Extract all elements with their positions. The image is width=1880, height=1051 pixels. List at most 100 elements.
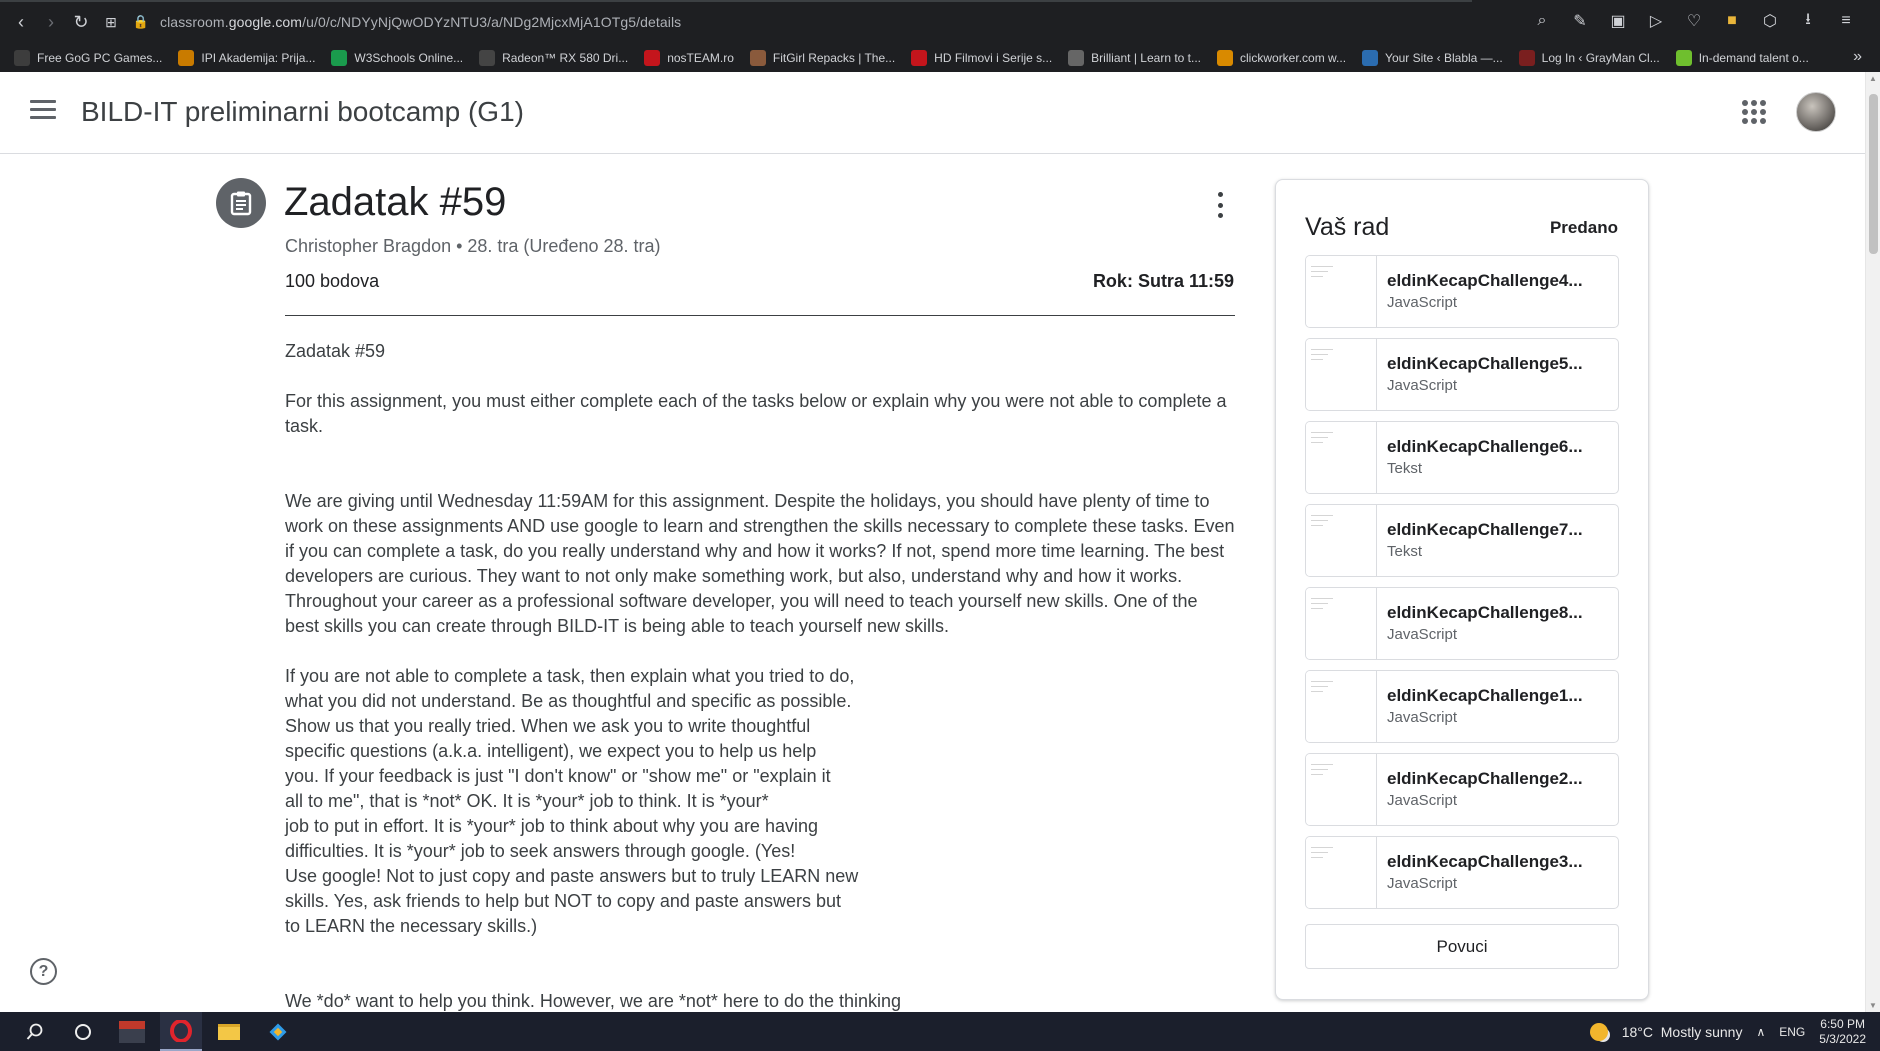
bookmark-label: Log In ‹ GrayMan Cl...	[1541, 51, 1660, 65]
attachment-item[interactable]: eldinKecapChallenge2... JavaScript	[1305, 753, 1619, 826]
description-paragraph: For this assignment, you must either com…	[285, 391, 1227, 436]
attachment-filename: eldinKecapChallenge7...	[1387, 520, 1583, 539]
weather-text[interactable]: 18°C Mostly sunny	[1622, 1024, 1743, 1040]
bookmark-item[interactable]: Log In ‹ GrayMan Cl...	[1518, 50, 1660, 66]
classroom-header: BILD-IT preliminarni bootcamp (G1)	[0, 72, 1880, 154]
bookmark-item[interactable]: Your Site ‹ Blabla —...	[1362, 50, 1503, 66]
bookmark-favicon-icon	[911, 50, 928, 66]
search-icon[interactable]	[20, 1012, 50, 1051]
clock[interactable]: 6:50 PM 5/3/2022	[1819, 1017, 1866, 1047]
attachment-item[interactable]: eldinKecapChallenge3... JavaScript	[1305, 836, 1619, 909]
edit-icon[interactable]: ✎	[1566, 7, 1594, 35]
bookmark-favicon-icon	[1217, 50, 1234, 66]
attachment-item[interactable]: eldinKecapChallenge7... Tekst	[1305, 504, 1619, 577]
attachment-filename: eldinKecapChallenge8...	[1387, 603, 1583, 622]
attachment-item[interactable]: eldinKecapChallenge6... Tekst	[1305, 421, 1619, 494]
bookmark-label: Brilliant | Learn to t...	[1091, 51, 1202, 65]
main-menu-icon[interactable]	[30, 100, 56, 122]
attachment-filename: eldinKecapChallenge6...	[1387, 437, 1583, 456]
submission-status: Predano	[1549, 218, 1618, 237]
points-label: 100 bodova	[285, 271, 380, 291]
cube-icon[interactable]: ⬡	[1756, 7, 1784, 35]
extension-icon[interactable]: ■	[1718, 7, 1746, 35]
attachment-info: eldinKecapChallenge3... JavaScript	[1377, 837, 1607, 908]
language-indicator[interactable]: ENG	[1779, 1025, 1805, 1039]
reload-icon[interactable]: ↻	[66, 7, 96, 37]
bookmark-item[interactable]: In-demand talent o...	[1675, 50, 1809, 66]
clock-time: 6:50 PM	[1820, 1016, 1865, 1031]
attachment-thumbnail	[1306, 256, 1377, 327]
bookmark-item[interactable]: clickworker.com w...	[1217, 50, 1346, 66]
windows-taskbar: 18°C Mostly sunny ∧ ENG 6:50 PM 5/3/2022	[0, 1012, 1880, 1051]
app-icon[interactable]	[262, 1012, 294, 1051]
google-apps-icon[interactable]	[1742, 100, 1766, 124]
forward-icon[interactable]: ›	[36, 7, 66, 37]
unsubmit-button[interactable]: Povuci	[1305, 924, 1619, 969]
lock-icon[interactable]: 🔒	[126, 7, 156, 37]
scroll-up-icon[interactable]: ▲	[1869, 74, 1877, 83]
search-page-icon[interactable]: ⌕	[1528, 7, 1556, 35]
attachment-type: JavaScript	[1387, 709, 1458, 726]
attachment-filename: eldinKecapChallenge3...	[1387, 852, 1583, 871]
bookmark-item[interactable]: W3Schools Online...	[331, 50, 463, 66]
help-icon[interactable]: ?	[30, 958, 57, 985]
divider	[285, 315, 1235, 316]
bookmark-label: FitGirl Repacks | The...	[772, 51, 896, 65]
attachment-info: eldinKecapChallenge1... JavaScript	[1377, 671, 1607, 742]
bookmark-item[interactable]: Brilliant | Learn to t...	[1068, 50, 1201, 66]
course-title[interactable]: BILD-IT preliminarni bootcamp (G1)	[81, 96, 524, 128]
bookmark-label: HD Filmovi i Serije s...	[934, 51, 1053, 65]
system-tray: 18°C Mostly sunny ∧ ENG 6:50 PM 5/3/2022	[1589, 1012, 1866, 1051]
attachment-item[interactable]: eldinKecapChallenge5... JavaScript	[1305, 338, 1619, 411]
bookmark-item[interactable]: Radeon™ RX 580 Dri...	[479, 50, 628, 66]
file-explorer-icon[interactable]	[213, 1012, 245, 1051]
bookmark-item[interactable]: IPI Akademija: Prija...	[178, 50, 315, 66]
bookmark-label: nosTEAM.ro	[667, 51, 734, 65]
bookmark-label: Radeon™ RX 580 Dri...	[502, 51, 629, 65]
bookmarks-overflow-icon[interactable]: »	[1853, 48, 1862, 66]
address-bar[interactable]: classroom.google.com/u/0/c/NDYyNjQwODYzN…	[160, 14, 681, 30]
more-options-icon[interactable]	[1210, 192, 1230, 218]
assignment-meta: Christopher Bragdon • 28. tra (Uređeno 2…	[285, 236, 661, 256]
bookmark-item[interactable]: HD Filmovi i Serije s...	[911, 50, 1052, 66]
send-icon[interactable]: ▷	[1642, 7, 1670, 35]
bookmark-item[interactable]: nosTEAM.ro	[644, 50, 734, 66]
browser-toolbar-icons: ⌕ ✎ ▣ ▷ ♡ ■ ⬡ ⭳ ≡	[1528, 7, 1860, 35]
voicemeeter-icon[interactable]	[116, 1012, 148, 1051]
camera-icon[interactable]: ▣	[1604, 7, 1632, 35]
assignment-title: Zadatak #59	[284, 180, 507, 224]
scrollbar-thumb[interactable]	[1869, 94, 1878, 254]
bookmark-item[interactable]: FitGirl Repacks | The...	[749, 50, 896, 66]
assignment-description: Zadatak #59 For this assignment, you mus…	[285, 339, 1235, 1039]
tray-chevron-icon[interactable]: ∧	[1756, 1025, 1765, 1039]
attachment-item[interactable]: eldinKecapChallenge4... JavaScript	[1305, 255, 1619, 328]
bookmark-label: clickworker.com w...	[1240, 51, 1347, 65]
cortana-icon[interactable]	[68, 1012, 98, 1051]
avatar[interactable]	[1796, 92, 1836, 132]
description-paragraph: We *do* want to help you think. However,…	[285, 991, 902, 1011]
heart-icon[interactable]: ♡	[1680, 7, 1708, 35]
bookmark-favicon-icon	[479, 50, 496, 66]
attachment-info: eldinKecapChallenge2... JavaScript	[1377, 754, 1607, 825]
opera-browser-icon[interactable]	[160, 1012, 202, 1051]
attachment-info: eldinKecapChallenge7... Tekst	[1377, 505, 1607, 576]
bookmark-item[interactable]: Free GoG PC Games...	[14, 50, 162, 66]
your-work-title: Vaš rad	[1305, 213, 1390, 241]
bookmark-label: Free GoG PC Games...	[37, 51, 163, 65]
bookmark-label: In-demand talent o...	[1698, 51, 1809, 65]
attachment-type: JavaScript	[1387, 626, 1458, 643]
attachment-thumbnail	[1306, 837, 1377, 908]
bookmark-label: IPI Akademija: Prija...	[201, 51, 316, 65]
back-icon[interactable]: ‹	[6, 7, 36, 37]
bookmarks-bar: Free GoG PC Games... IPI Akademija: Prija…	[0, 44, 1880, 72]
bookmark-favicon-icon	[749, 50, 766, 66]
attachment-item[interactable]: eldinKecapChallenge1... JavaScript	[1305, 670, 1619, 743]
bookmark-favicon-icon	[178, 50, 195, 66]
attachment-info: eldinKecapChallenge5... JavaScript	[1377, 339, 1607, 410]
tabs-grid-icon[interactable]: ⊞	[96, 7, 126, 37]
menu-icon[interactable]: ≡	[1832, 7, 1860, 35]
scroll-down-icon[interactable]: ▼	[1869, 1001, 1877, 1010]
attachment-item[interactable]: eldinKecapChallenge8... JavaScript	[1305, 587, 1619, 660]
page-scrollbar[interactable]: ▲ ▼	[1865, 72, 1880, 1012]
download-icon[interactable]: ⭳	[1794, 7, 1822, 35]
